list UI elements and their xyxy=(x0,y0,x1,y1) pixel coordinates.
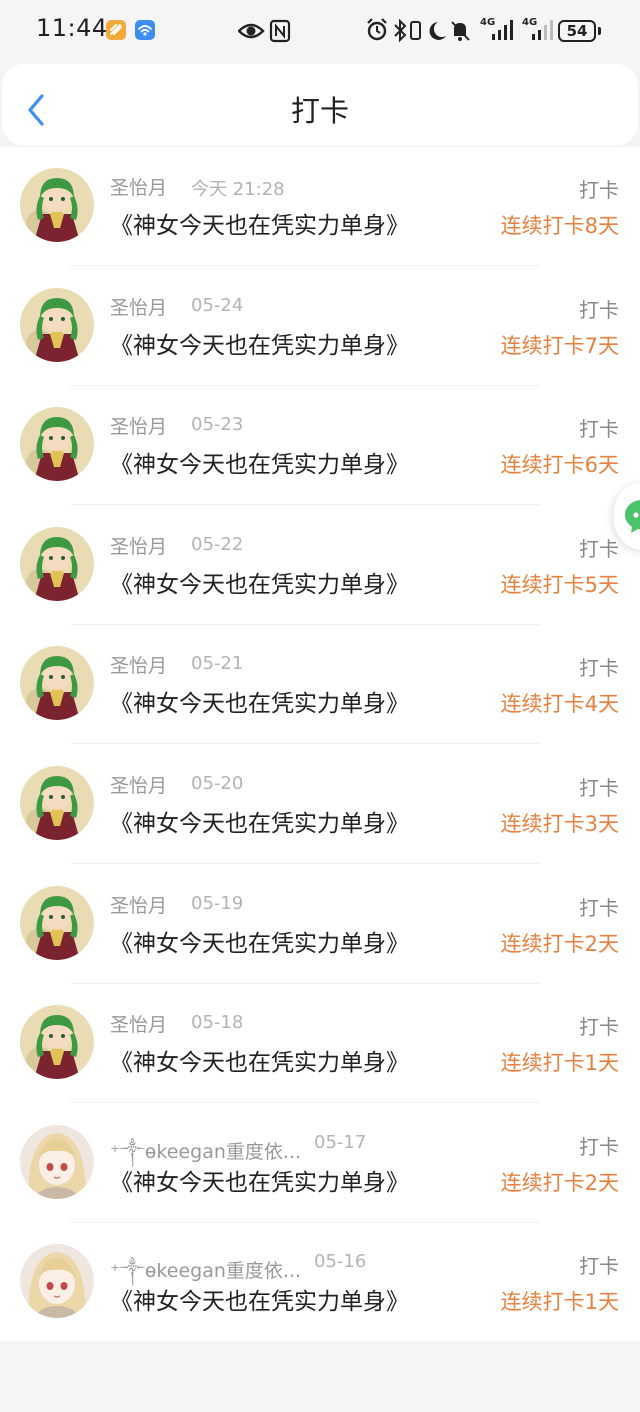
book-title[interactable]: 《神女今天也在凭实力单身》 xyxy=(110,684,409,718)
book-title[interactable]: 《神女今天也在凭实力单身》 xyxy=(110,565,409,599)
battery-tip xyxy=(598,27,601,35)
status-time: 11:44 xyxy=(36,14,108,42)
nfc-icon xyxy=(269,19,291,43)
checkin-row[interactable]: 圣怡月 05-20 《神女今天也在凭实力单身》 打卡连续打卡3天 xyxy=(0,745,640,865)
bluetooth-icon xyxy=(394,18,407,43)
book-title[interactable]: 《神女今天也在凭实力单身》 xyxy=(110,445,409,479)
checkin-row[interactable]: 圣怡月 今天 21:28 《神女今天也在凭实力单身》 打卡连续打卡8天 xyxy=(0,147,640,267)
checkin-label: 打卡 xyxy=(579,895,619,920)
avatar-green-hair[interactable] xyxy=(20,646,94,721)
checkin-date: 05-16 xyxy=(314,1251,367,1273)
checkin-row[interactable]: ⁺༒ɵkeegan重度依... 05-16 《神女今天也在凭实力单身》 打卡 连续打卡1… xyxy=(0,1223,640,1343)
checkin-date: 05-17 xyxy=(314,1131,367,1153)
user-name[interactable]: 圣怡月 xyxy=(110,173,167,200)
battery-icon: 54 xyxy=(558,20,596,42)
streak-count: 连续打卡1天 xyxy=(500,1290,619,1315)
book-title[interactable]: 《神女今天也在凭实力单身》 xyxy=(110,206,409,240)
book-title[interactable]: 《神女今天也在凭实力单身》 xyxy=(110,924,409,958)
streak-count: 连续打卡4天 xyxy=(500,692,619,717)
checkin-label: 打卡 xyxy=(579,656,619,681)
signal-bars-icon-2 xyxy=(532,20,553,40)
book-title[interactable]: 《神女今天也在凭实力单身》 xyxy=(110,804,409,838)
eye-icon xyxy=(238,23,265,39)
streak-count: 连续打卡1天 xyxy=(500,1051,619,1076)
checkin-date: 05-21 xyxy=(191,653,244,675)
checkin-row[interactable]: 圣怡月 05-24 《神女今天也在凭实力单身》 打卡连续打卡7天 xyxy=(0,267,640,387)
user-name[interactable]: 圣怡月 xyxy=(110,412,167,439)
book-title[interactable]: 《神女今天也在凭实力单身》 xyxy=(110,1163,409,1197)
user-name[interactable]: 圣怡月 xyxy=(110,651,167,678)
avatar-blonde-hair[interactable] xyxy=(20,1124,94,1199)
checkin-label: 打卡 xyxy=(579,536,619,561)
checkin-label: 打卡 xyxy=(579,776,619,800)
checkin-date: 05-20 xyxy=(191,773,244,794)
checkin-label: 打卡 xyxy=(579,1254,619,1279)
streak-count: 连续打卡6天 xyxy=(500,453,619,478)
checkin-row[interactable]: 圣怡月 05-22 《神女今天也在凭实力单身》 打卡连续打卡5天 xyxy=(0,506,640,626)
streak-count: 连续打卡2天 xyxy=(500,1170,619,1195)
avatar-green-hair[interactable] xyxy=(20,1005,94,1080)
alarm-icon xyxy=(367,18,387,41)
wifi-app-icon xyxy=(135,20,155,40)
status-icons-right xyxy=(367,18,470,43)
user-name[interactable]: 圣怡月 xyxy=(110,532,167,559)
signal-bars-icon xyxy=(492,20,513,40)
moon-icon xyxy=(429,22,446,40)
avatar-green-hair[interactable] xyxy=(20,885,94,960)
checkin-label: 打卡 xyxy=(579,1134,619,1159)
checkin-date: 05-19 xyxy=(191,892,244,914)
checkin-row[interactable]: 圣怡月 05-18 《神女今天也在凭实力单身》 打卡连续打卡1天 xyxy=(0,984,640,1104)
vibrate-icon xyxy=(410,21,421,40)
streak-count: 连续打卡3天 xyxy=(500,812,619,836)
chat-bubble-icon xyxy=(625,500,640,533)
checkin-list: 圣怡月 今天 21:28 《神女今天也在凭实力单身》 打卡 连续打卡8天 圣怡月 05-24… xyxy=(0,147,640,1341)
avatar-green-hair[interactable] xyxy=(20,287,94,362)
avatar-green-hair[interactable] xyxy=(20,766,94,840)
checkin-date: 05-22 xyxy=(191,533,244,555)
checkin-label: 打卡 xyxy=(579,178,619,202)
eye-nfc-icons xyxy=(238,19,291,43)
checkin-label: 打卡 xyxy=(579,297,619,322)
avatar-green-hair[interactable] xyxy=(20,168,94,242)
checkin-row[interactable]: 圣怡月 05-23 《神女今天也在凭实力单身》 打卡连续打卡6天 xyxy=(0,386,640,506)
checkin-label: 打卡 xyxy=(579,417,619,442)
checkin-row[interactable]: ⁺༒ɵkeegan重度依... 05-17 《神女今天也在凭实力单身》 打卡 连续打卡2… xyxy=(0,1104,640,1224)
page-title: 打卡 xyxy=(290,94,349,128)
checkin-row[interactable]: 圣怡月 05-21 《神女今天也在凭实力单身》 打卡连续打卡4天 xyxy=(0,625,640,745)
checkin-row[interactable]: 圣怡月 05-19 《神女今天也在凭实力单身》 打卡连续打卡2天 xyxy=(0,865,640,985)
book-title[interactable]: 《神女今天也在凭实力单身》 xyxy=(110,326,409,360)
checkin-date: 05-18 xyxy=(191,1012,244,1034)
book-title[interactable]: 《神女今天也在凭实力单身》 xyxy=(110,1282,409,1316)
checkin-date: 05-24 xyxy=(191,294,244,316)
user-name[interactable]: 圣怡月 xyxy=(110,1010,167,1037)
streak-count: 连续打卡7天 xyxy=(500,333,619,358)
checkin-label: 打卡 xyxy=(579,1015,619,1040)
streak-count: 连续打卡2天 xyxy=(500,931,619,956)
streak-count: 连续打卡5天 xyxy=(500,572,619,597)
avatar-blonde-hair[interactable] xyxy=(20,1244,94,1319)
book-title[interactable]: 《神女今天也在凭实力单身》 xyxy=(110,1043,409,1077)
checkin-date: 今天 21:28 xyxy=(191,179,285,200)
avatar-green-hair[interactable] xyxy=(20,526,94,601)
checkin-date: 05-23 xyxy=(191,414,244,436)
streak-count: 连续打卡8天 xyxy=(500,214,619,238)
status-bar: 11:44 4G 4G 54 xyxy=(0,0,640,62)
notification-app-icon xyxy=(106,20,126,40)
mute-icon xyxy=(451,21,470,41)
user-name[interactable]: 圣怡月 xyxy=(110,891,167,918)
avatar-green-hair[interactable] xyxy=(20,407,94,482)
user-name[interactable]: 圣怡月 xyxy=(110,771,167,798)
battery-level: 54 xyxy=(566,22,588,40)
navigation-bar: 打卡 xyxy=(2,64,638,146)
user-name[interactable]: 圣怡月 xyxy=(110,293,167,320)
